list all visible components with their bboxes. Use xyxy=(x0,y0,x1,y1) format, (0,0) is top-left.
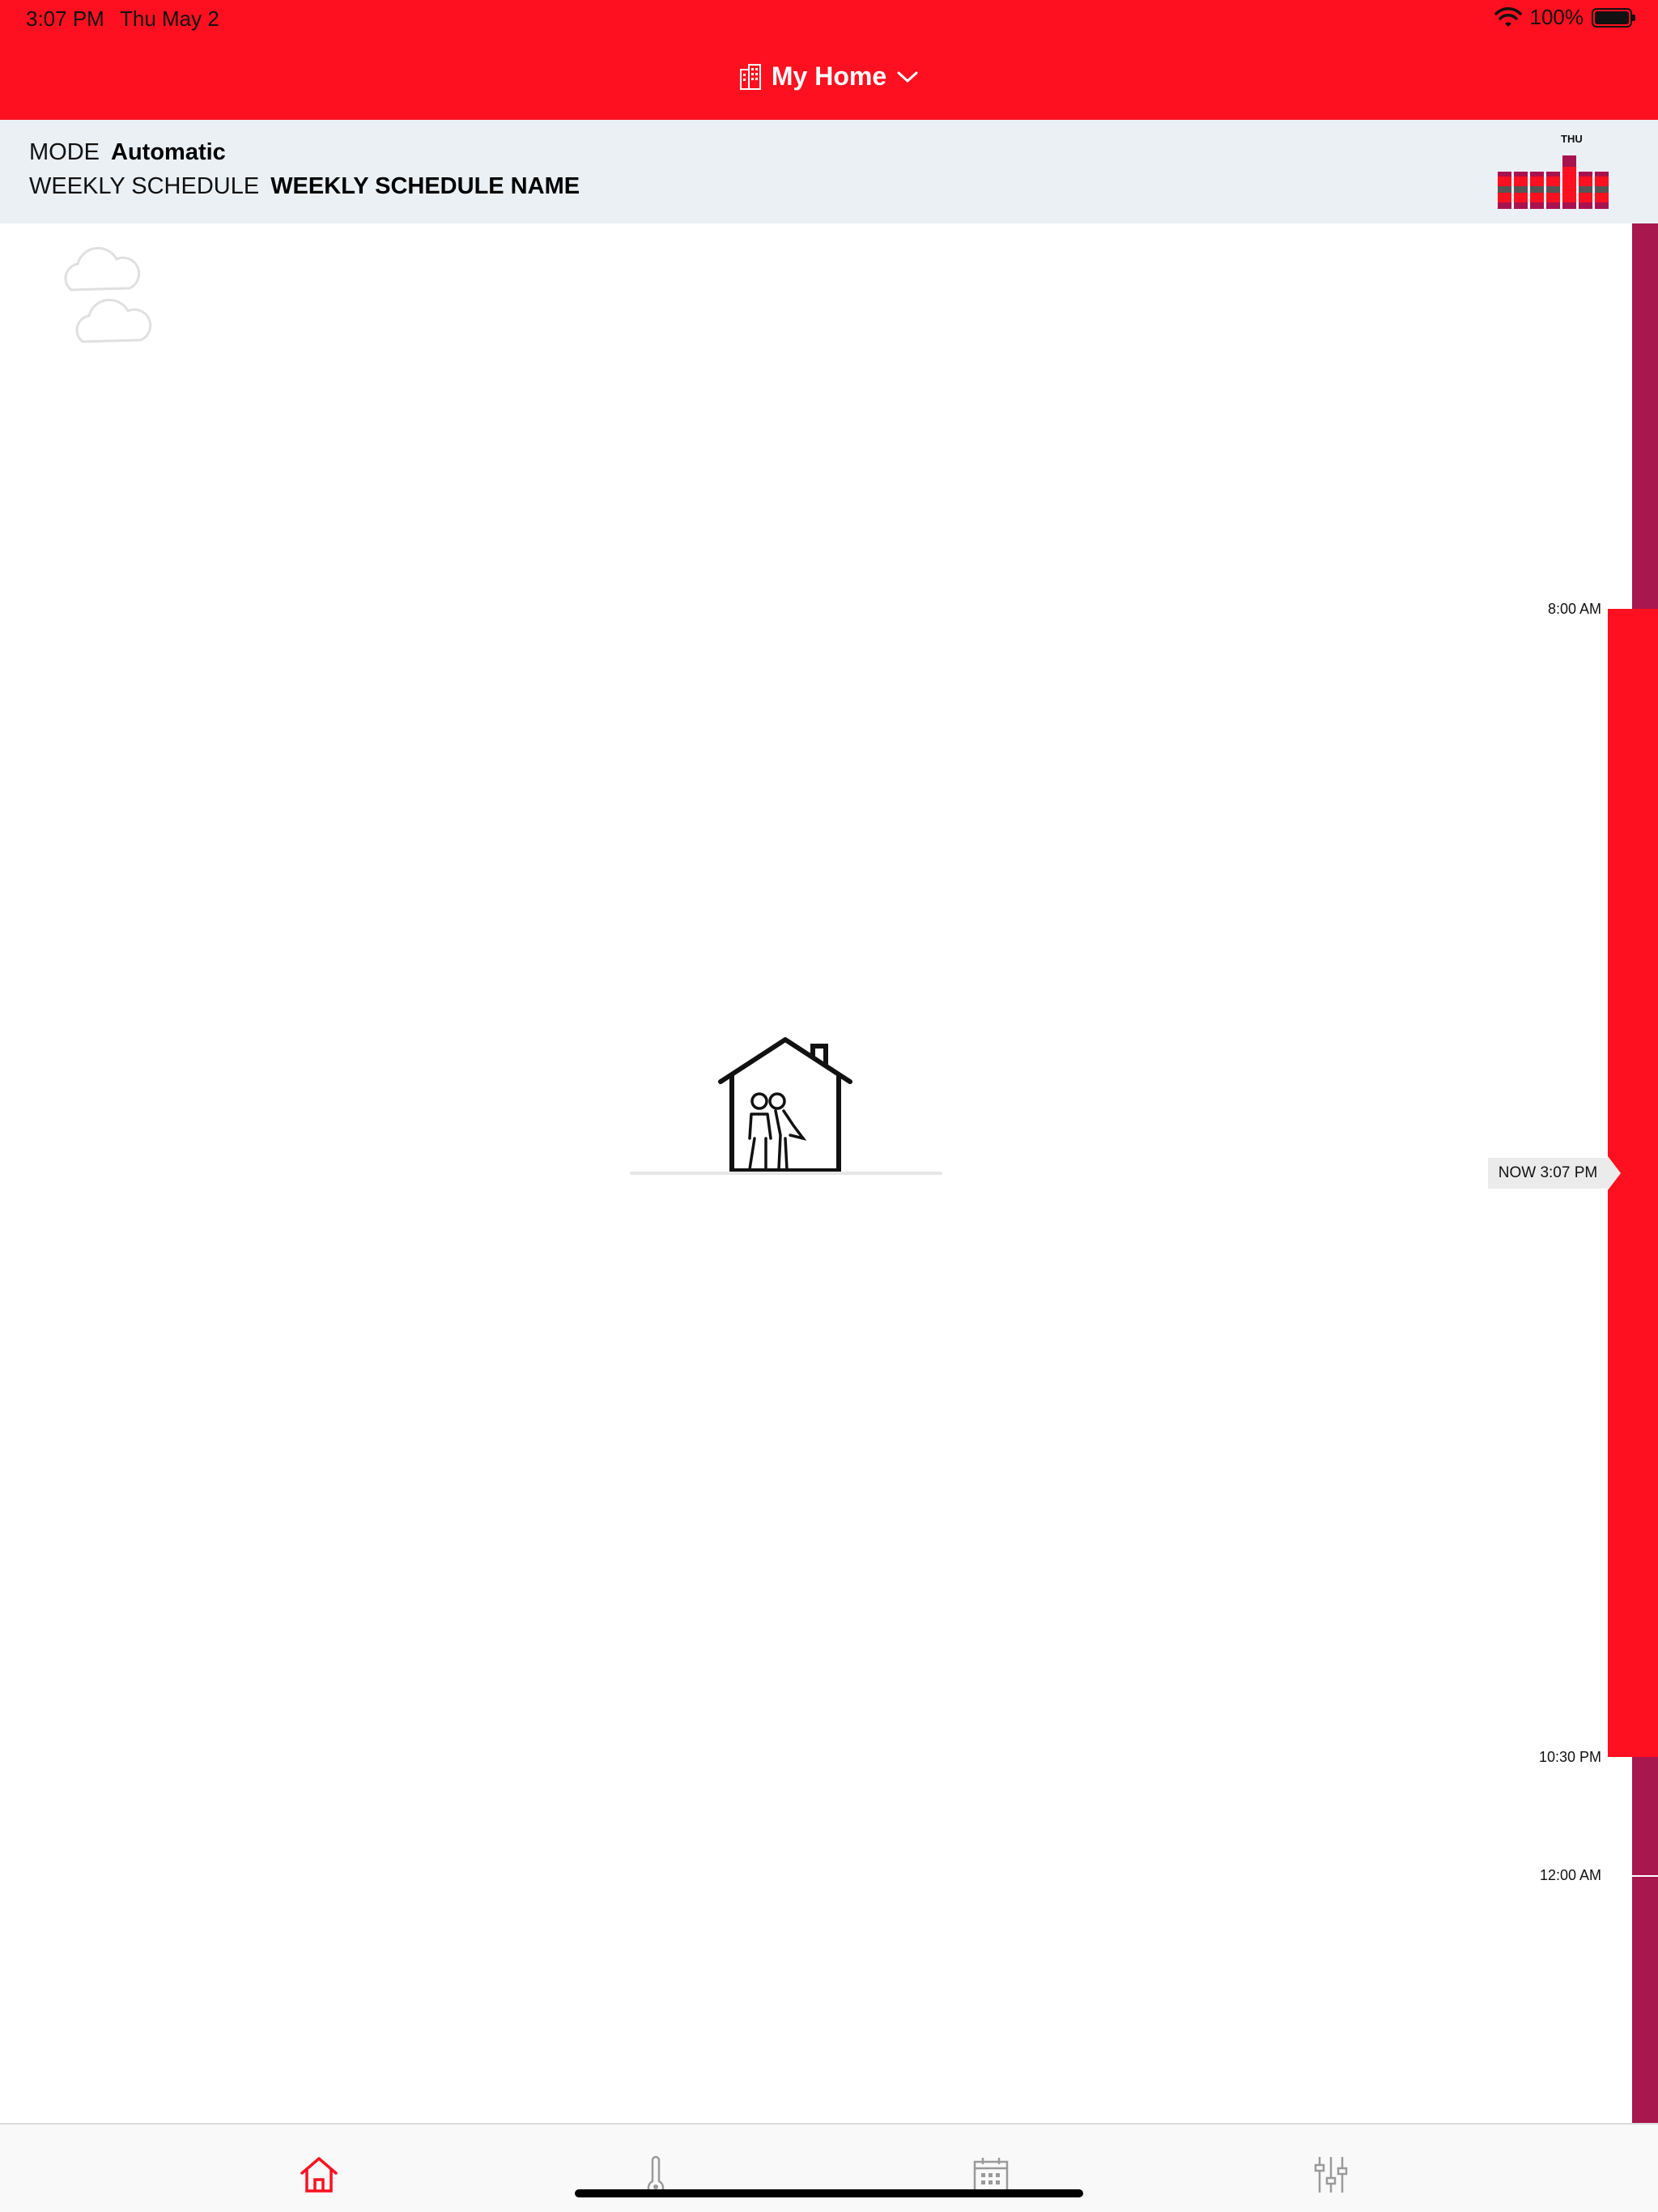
current-day-label: THU xyxy=(1561,133,1583,145)
home-icon[interactable] xyxy=(298,2154,340,2196)
day-bar xyxy=(1514,172,1528,209)
home-title[interactable]: My Home xyxy=(772,62,886,91)
cloudy-weather-icon xyxy=(64,246,152,343)
timeline-label-1030pm: 10:30 PM xyxy=(1538,1749,1601,1765)
schedule-row: WEEKLY SCHEDULE WEEKLY SCHEDULE NAME xyxy=(29,173,580,200)
status-time: 3:07 PM xyxy=(26,6,104,31)
day-bar xyxy=(1595,172,1609,209)
mode-label: MODE xyxy=(29,139,100,165)
mode-info-bar: MODE Automatic WEEKLY SCHEDULE WEEKLY SC… xyxy=(0,120,1658,223)
day-bar xyxy=(1530,172,1544,209)
weekly-schedule-preview[interactable]: THU xyxy=(1498,133,1611,209)
now-indicator-arrow xyxy=(1608,1156,1621,1190)
home-occupied-icon xyxy=(718,1037,852,1173)
timeline-tick xyxy=(1611,1875,1658,1877)
battery-icon xyxy=(1592,7,1635,28)
timeline-label-8am: 8:00 AM xyxy=(1547,601,1601,617)
home-indicator[interactable] xyxy=(575,2189,1083,2197)
timeline-label-12am: 12:00 AM xyxy=(1539,1867,1601,1883)
mode-value: Automatic xyxy=(111,139,226,165)
now-indicator: NOW 3:07 PM xyxy=(1488,1158,1608,1189)
home-baseline xyxy=(630,1172,942,1175)
day-bar xyxy=(1546,172,1560,209)
home-selector[interactable]: My Home xyxy=(0,62,1658,91)
chevron-down-icon[interactable] xyxy=(896,69,919,85)
battery-percent: 100% xyxy=(1529,5,1584,29)
schedule-value: WEEKLY SCHEDULE NAME xyxy=(270,173,580,199)
day-bar xyxy=(1579,172,1592,209)
schedule-label: WEEKLY SCHEDULE xyxy=(29,173,260,199)
status-date: Thu May 2 xyxy=(120,6,219,31)
status-right: 100% xyxy=(1494,5,1635,30)
top-bar: 3:07 PM Thu May 2 100% My Home xyxy=(0,0,1658,120)
day-bar-current xyxy=(1562,155,1576,209)
building-icon xyxy=(739,63,761,90)
bottom-tab-bar xyxy=(0,2123,1658,2212)
day-bar xyxy=(1498,172,1511,209)
sliders-icon[interactable] xyxy=(1310,2154,1352,2196)
mode-row: MODE Automatic xyxy=(29,139,226,166)
wifi-icon xyxy=(1494,6,1522,27)
